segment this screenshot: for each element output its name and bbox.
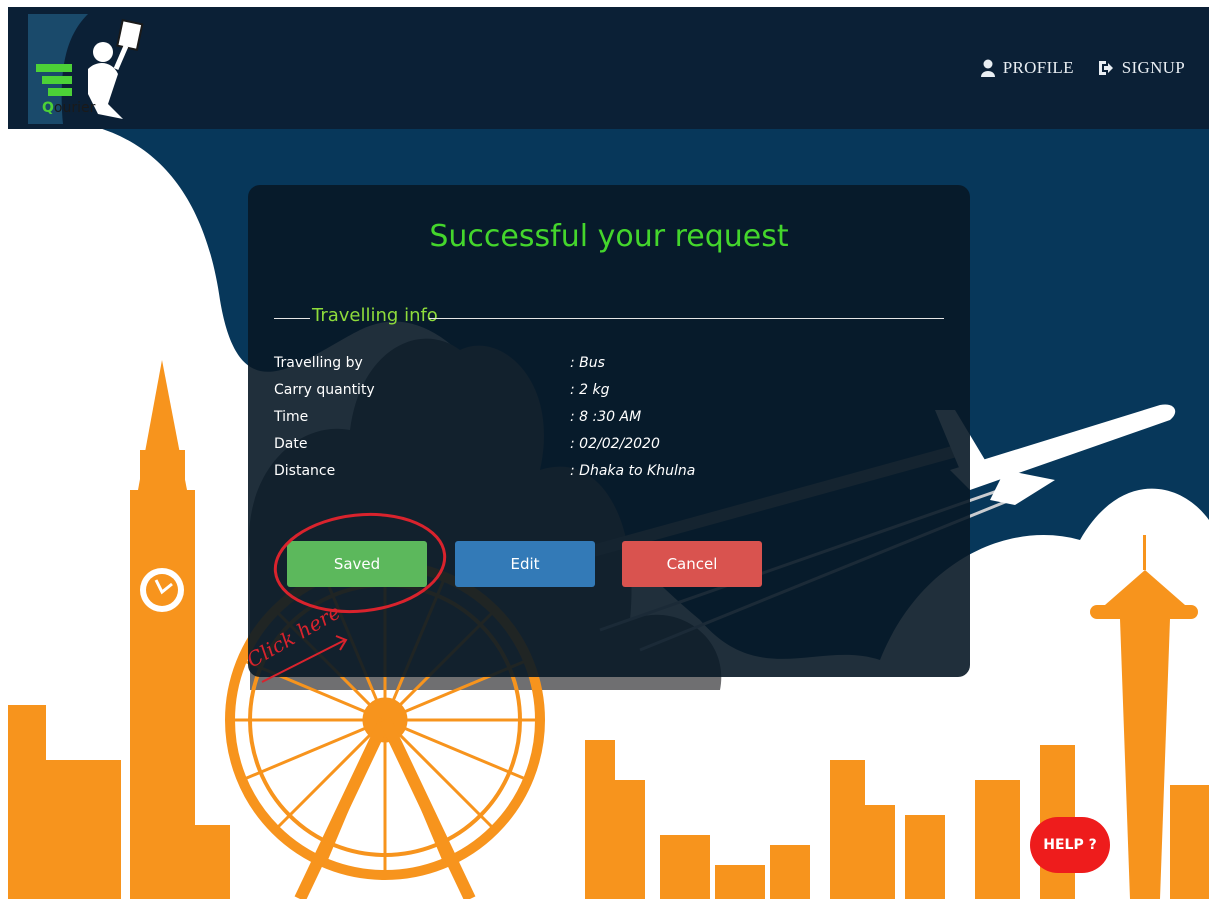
section-divider	[274, 318, 310, 319]
signup-label: SIGNUP	[1121, 58, 1185, 77]
info-row: Travelling by : Bus	[274, 355, 874, 382]
signup-link[interactable]: SIGNUP	[1098, 58, 1185, 78]
user-icon	[980, 59, 995, 77]
info-row: Distance : Dhaka to Khulna	[274, 463, 874, 490]
logo-wordmark: Qourier	[42, 100, 96, 116]
edit-button[interactable]: Edit	[455, 541, 595, 587]
profile-link[interactable]: PROFILE	[980, 58, 1074, 78]
info-label: Time	[274, 409, 309, 425]
info-value: : 8 :30 AM	[570, 409, 642, 425]
header-nav: PROFILE SIGNUP	[980, 58, 1185, 78]
info-row: Time : 8 :30 AM	[274, 409, 874, 436]
info-value: : Dhaka to Khulna	[570, 463, 696, 479]
sign-in-icon	[1098, 61, 1113, 75]
info-label: Travelling by	[274, 355, 363, 371]
cancel-button[interactable]: Cancel	[622, 541, 762, 587]
info-value: : 02/02/2020	[570, 436, 660, 452]
section-heading: Travelling info	[312, 305, 438, 326]
info-label: Date	[274, 436, 308, 452]
request-success-card: Successful your request Travelling info …	[248, 185, 970, 677]
profile-label: PROFILE	[1002, 58, 1074, 77]
info-label: Distance	[274, 463, 336, 479]
info-label: Carry quantity	[274, 382, 375, 398]
info-value: : 2 kg	[570, 382, 610, 398]
app-screen: Qourier PROFILE SIGNUP Successful your r…	[0, 0, 1209, 899]
help-button[interactable]: HELP ?	[1030, 817, 1110, 873]
section-divider	[429, 318, 944, 319]
page-title: Successful your request	[429, 219, 789, 254]
info-row: Carry quantity : 2 kg	[274, 382, 874, 409]
info-row: Date : 02/02/2020	[274, 436, 874, 463]
info-value: : Bus	[570, 355, 605, 371]
travel-info-list: Travelling by : Bus Carry quantity : 2 k…	[274, 355, 874, 490]
saved-button[interactable]: Saved	[287, 541, 427, 587]
